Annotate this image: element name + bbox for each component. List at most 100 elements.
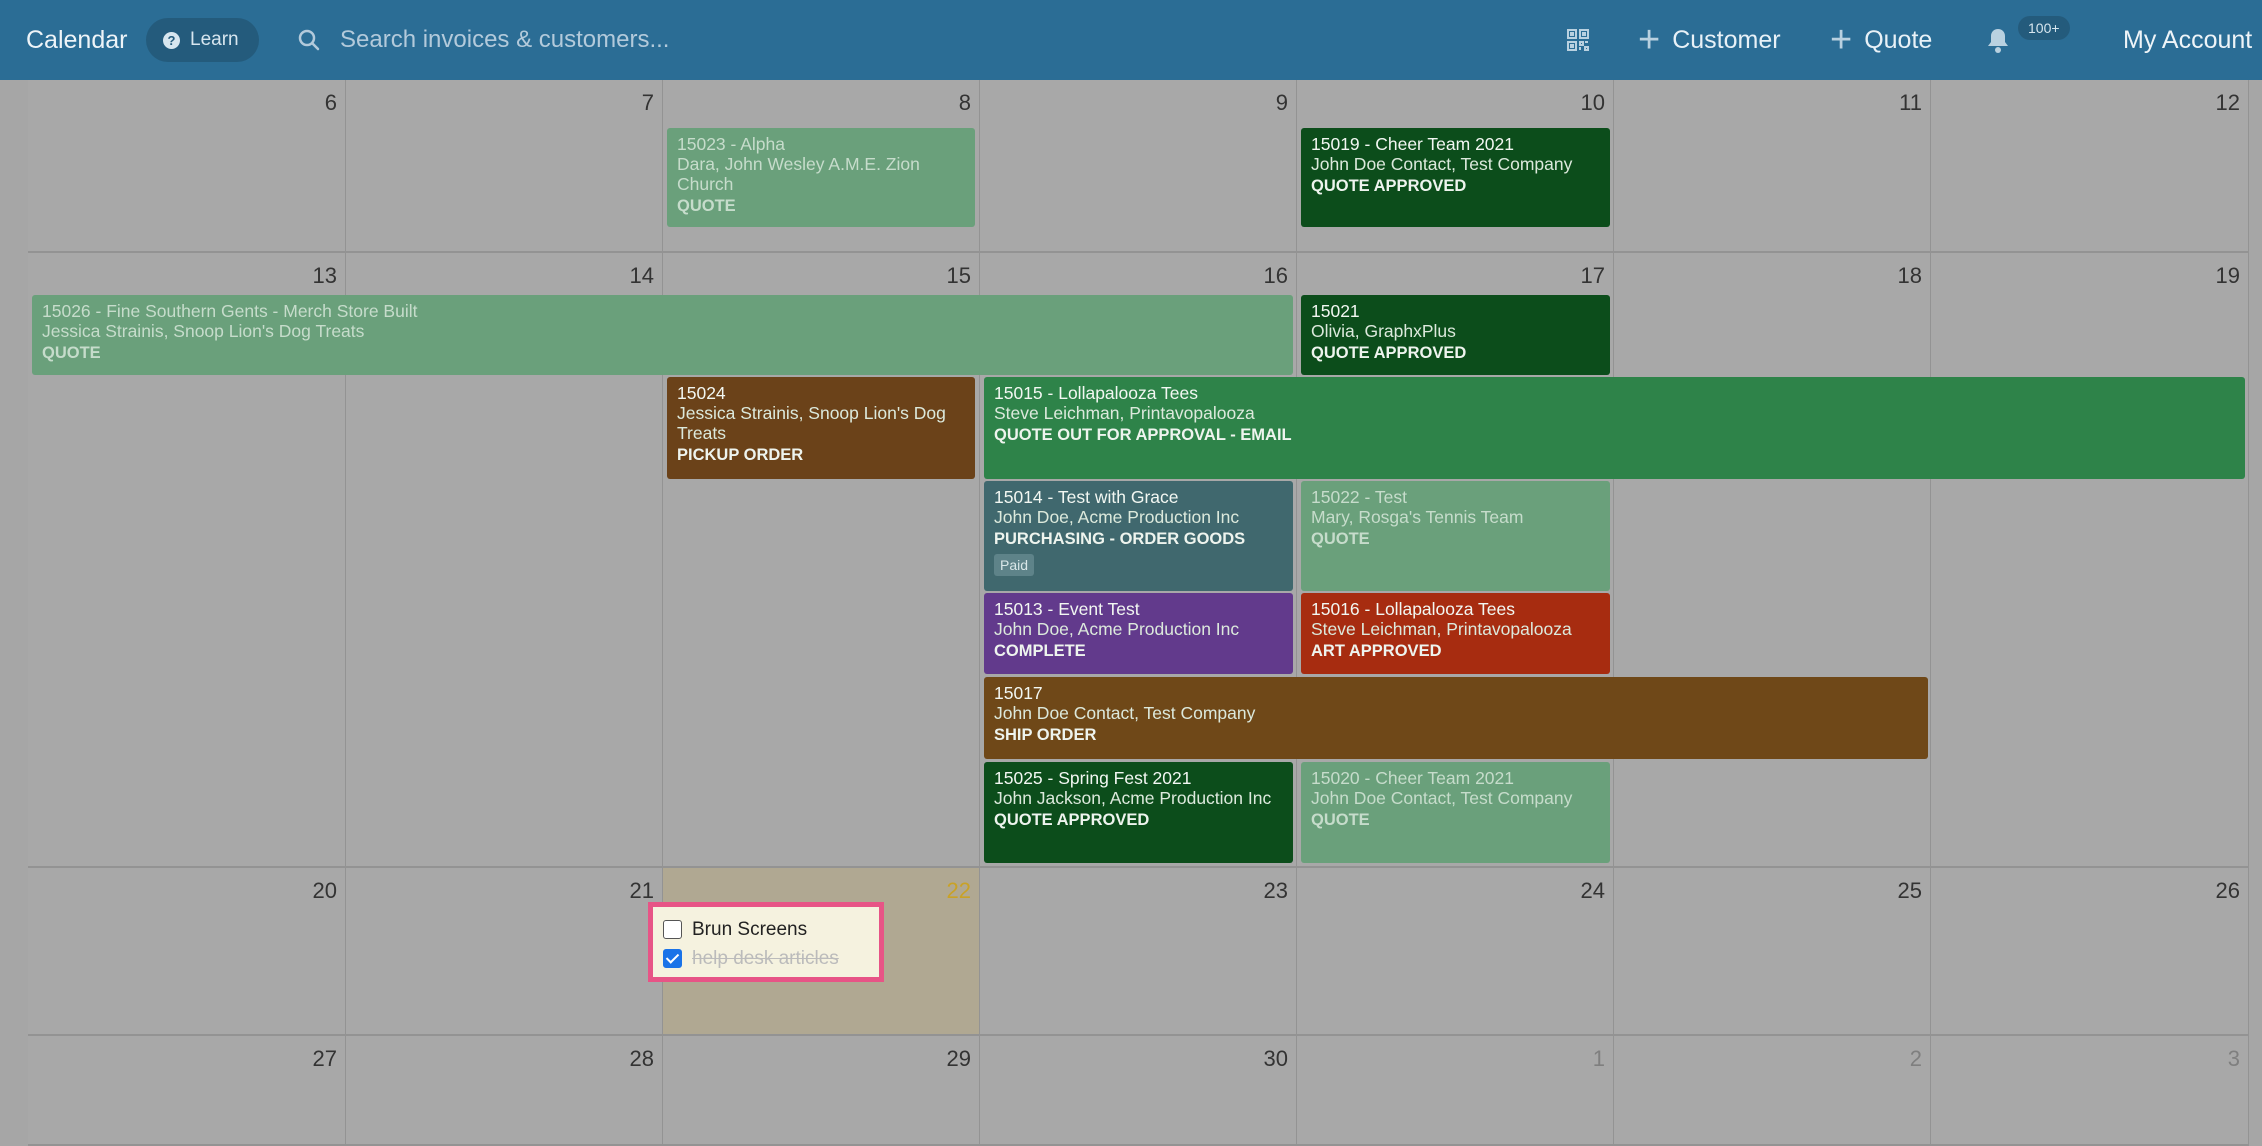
day-cell-next-month[interactable]: 1 [1297,1036,1614,1146]
day-cell[interactable]: 18 [1614,253,1931,868]
add-customer-button[interactable]: + Customer [1638,0,1781,80]
day-cell[interactable]: 20 [28,868,346,1036]
event-status: QUOTE [1311,530,1370,548]
calendar-event[interactable]: 15016 - Lollapalooza Tees Steve Leichman… [1301,593,1610,674]
day-cell[interactable]: 9 [980,80,1297,253]
day-cell-next-month[interactable]: 2 [1614,1036,1931,1146]
calendar-event[interactable]: 15017 John Doe Contact, Test Company SHI… [984,677,1928,759]
event-customer: Steve Leichman, Printavopalooza [994,403,1255,423]
day-cell[interactable]: 21 [346,868,663,1036]
calendar-event[interactable]: 15019 - Cheer Team 2021 John Doe Contact… [1301,128,1610,227]
event-customer: John Doe, Acme Production Inc [994,507,1240,527]
day-cell[interactable]: 12 [1931,80,2249,253]
day-number: 23 [1263,878,1288,903]
day-number: 24 [1580,878,1605,903]
day-number: 1 [1592,1046,1605,1071]
notifications-button[interactable] [1986,0,2010,80]
bell-icon [1988,29,2008,53]
event-title: 15015 - Lollapalooza Tees [994,383,1199,403]
calendar-event[interactable]: 15022 - Test Mary, Rosga's Tennis Team Q… [1301,481,1610,591]
day-number: 17 [1580,263,1605,288]
page-title[interactable]: Calendar [26,0,127,80]
event-status: ART APPROVED [1311,642,1442,660]
day-number: 19 [2215,263,2240,288]
event-title: 15017 [994,683,1043,703]
day-cell[interactable]: 29 [663,1036,980,1146]
todo-label: help desk articles [692,947,839,969]
event-customer: Mary, Rosga's Tennis Team [1311,507,1524,527]
event-customer: Dara, John Wesley A.M.E. Zion Church [677,154,920,194]
event-customer: Olivia, GraphxPlus [1311,321,1456,341]
event-title: 15021 [1311,301,1360,321]
calendar-event[interactable]: 15021 Olivia, GraphxPlus QUOTE APPROVED [1301,295,1610,375]
day-number: 2 [1909,1046,1922,1071]
learn-button[interactable]: ? Learn [146,18,259,62]
event-title: 15013 - Event Test [994,599,1140,619]
calendar-month-grid: 6 7 8 9 10 11 12 13 14 15 16 17 18 19 20… [28,80,2249,1146]
paid-badge: Paid [994,554,1035,576]
event-status: QUOTE OUT FOR APPROVAL - EMAIL [994,426,1292,444]
day-number: 10 [1580,90,1605,115]
day-cell[interactable]: 30 [980,1036,1297,1146]
day-cell[interactable]: 26 [1931,868,2249,1036]
day-number: 18 [1897,263,1922,288]
calendar-event[interactable]: 15013 - Event Test John Doe, Acme Produc… [984,593,1293,674]
calendar-event[interactable]: 15026 - Fine Southern Gents - Merch Stor… [32,295,1293,375]
day-number: 13 [312,263,337,288]
event-title: 15023 - Alpha [677,134,786,154]
calendar-event[interactable]: 15025 - Spring Fest 2021 John Jackson, A… [984,762,1293,863]
day-cell[interactable]: 24 [1297,868,1614,1036]
day-cell[interactable]: 7 [346,80,663,253]
event-status: QUOTE [42,344,101,362]
day-cell[interactable]: 11 [1614,80,1931,253]
event-status: QUOTE [1311,811,1370,829]
calendar-event[interactable]: 15014 - Test with Grace John Doe, Acme P… [984,481,1293,591]
event-customer: Jessica Strainis, Snoop Lion's Dog Treat… [677,403,946,443]
notification-count-badge: 100+ [2018,16,2070,40]
day-cell-next-month[interactable]: 3 [1931,1036,2249,1146]
event-status: PICKUP ORDER [677,446,804,464]
event-customer: John Doe Contact, Test Company [1311,788,1573,808]
day-number: 20 [312,878,337,903]
day-cell[interactable]: 27 [28,1036,346,1146]
search-input[interactable]: Search invoices & customers... [340,26,669,54]
todo-label: Brun Screens [692,918,808,940]
event-title: 15022 - Test [1311,487,1407,507]
event-customer: John Doe Contact, Test Company [1311,154,1573,174]
day-cell[interactable]: 19 [1931,253,2249,868]
event-title: 15026 - Fine Southern Gents - Merch Stor… [42,301,418,321]
event-customer: Jessica Strainis, Snoop Lion's Dog Treat… [42,321,365,341]
todo-item[interactable]: help desk articles [663,944,869,973]
calendar-event[interactable]: 15024 Jessica Strainis, Snoop Lion's Dog… [667,377,975,479]
todo-checkbox[interactable] [663,920,682,939]
day-number: 12 [2215,90,2240,115]
todo-item[interactable]: Brun Screens [663,915,869,944]
todo-list: Brun Screens help desk articles [648,902,884,982]
event-title: 15024 [677,383,726,403]
day-number: 16 [1263,263,1288,288]
event-customer: John Doe, Acme Production Inc [994,619,1240,639]
calendar-event[interactable]: 15015 - Lollapalooza Tees Steve Leichman… [984,377,2245,479]
search-bar[interactable]: Search invoices & customers... [298,0,669,80]
day-number: 3 [2227,1046,2240,1071]
add-quote-button[interactable]: + Quote [1830,0,1932,80]
my-account-menu[interactable]: My Account [2123,0,2252,80]
day-cell[interactable]: 23 [980,868,1297,1036]
event-title: 15020 - Cheer Team 2021 [1311,768,1515,788]
todo-checkbox-checked[interactable] [663,949,682,968]
event-status: QUOTE APPROVED [1311,177,1467,195]
day-number: 11 [1899,90,1922,115]
day-number: 25 [1897,878,1922,903]
day-cell[interactable]: 6 [28,80,346,253]
day-number: 29 [946,1046,971,1071]
help-icon: ? [163,31,180,49]
event-customer: John Jackson, Acme Production Inc [994,788,1272,808]
day-number: 26 [2215,878,2240,903]
top-navigation-bar: Calendar ? Learn Search invoices & custo… [0,0,2262,80]
qr-code-icon[interactable] [1566,0,1590,80]
calendar-event[interactable]: 15020 - Cheer Team 2021 John Doe Contact… [1301,762,1610,863]
event-status: QUOTE [677,197,736,215]
calendar-event[interactable]: 15023 - Alpha Dara, John Wesley A.M.E. Z… [667,128,975,227]
day-cell[interactable]: 28 [346,1036,663,1146]
day-cell[interactable]: 25 [1614,868,1931,1036]
